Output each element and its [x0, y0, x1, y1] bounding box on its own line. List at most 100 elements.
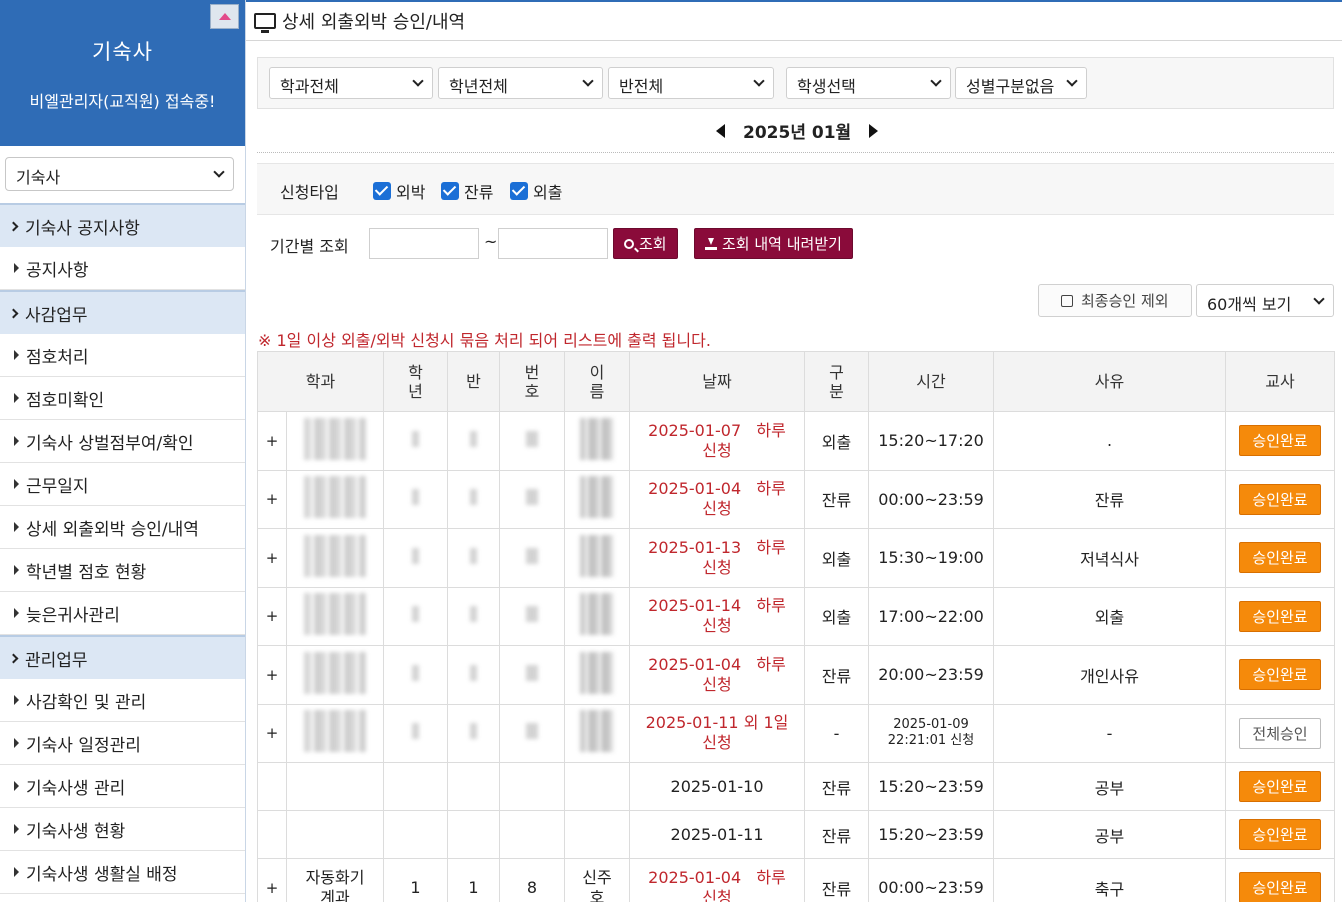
type-checkbox-stay[interactable]: 잔류 — [441, 179, 493, 203]
table-row: + 2025-01-13 하루 신청 외출 15:30~19:00 저녁식사 승인… — [257, 528, 1336, 588]
date-cell: 2025-01-04 하루 신청 — [629, 858, 806, 902]
menu-item-outing-approval[interactable]: 상세 외출외박 승인/내역 — [0, 506, 245, 549]
type-cell: - — [804, 703, 870, 763]
search-button[interactable]: 조회 — [613, 228, 678, 259]
caret-right-icon — [14, 436, 19, 446]
approval-table: 학과 학년 반 번호 이름 날짜 구분 시간 사유 교사 + 2025-01-0… — [256, 351, 1336, 902]
class-select[interactable]: 반전체 — [608, 67, 774, 99]
expand-row-toggle[interactable]: + — [257, 703, 287, 763]
grade-select[interactable]: 학년전체 — [438, 67, 603, 99]
approve-all-button[interactable]: 전체승인 — [1239, 717, 1321, 749]
period-end-input[interactable] — [498, 228, 608, 259]
grade-cell-blurred — [383, 645, 449, 705]
date-line: 신청 — [702, 733, 732, 753]
menu-section-notice[interactable]: 기숙사 공지사항 — [0, 203, 245, 247]
menu-item-student-manage[interactable]: 기숙사생 관리 — [0, 765, 245, 808]
approved-button[interactable]: 승인완료 — [1239, 600, 1321, 632]
menu-item-label: 기숙사생 생활실 배정 — [26, 864, 178, 885]
menu-item-work-log[interactable]: 근무일지 — [0, 463, 245, 506]
menu-item-grade-rollcall[interactable]: 학년별 점호 현황 — [0, 549, 245, 592]
type-checkbox-overnight[interactable]: 외박 — [373, 179, 425, 203]
approved-button[interactable]: 승인완료 — [1239, 771, 1321, 802]
approved-button[interactable]: 승인완료 — [1239, 542, 1321, 574]
menu-item-notice[interactable]: 공지사항 — [0, 247, 245, 290]
date-cell: 2025-01-07 하루 신청 — [629, 411, 806, 471]
menu-item-late-return[interactable]: 늦은귀사관리 — [0, 592, 245, 635]
menu-item-supervisor-manage[interactable]: 사감확인 및 관리 — [0, 679, 245, 722]
redacted-block — [526, 489, 539, 506]
reason-cell: 저녁식사 — [993, 528, 1227, 588]
name-cell-blurred — [564, 528, 631, 588]
expand-row-toggle[interactable]: + — [257, 586, 287, 646]
grade-cell-blurred — [383, 703, 449, 763]
header-line: 름 — [589, 381, 605, 401]
student-select[interactable]: 학생선택 — [786, 67, 951, 99]
per-page-value: 60개씩 보기 — [1207, 295, 1292, 314]
redacted-block — [526, 606, 539, 623]
header-line: 분 — [829, 381, 844, 401]
chevron-down-icon — [582, 75, 594, 87]
dorm-select[interactable]: 기숙사 — [5, 157, 234, 191]
access-status: 비엘관리자(교직원) 접속중! — [29, 92, 216, 111]
header-date: 날짜 — [629, 351, 806, 412]
dept-select[interactable]: 학과전체 — [269, 67, 433, 99]
redacted-block — [304, 534, 366, 577]
type-checkbox-outing[interactable]: 외출 — [510, 179, 562, 203]
header-date-label: 날짜 — [702, 372, 732, 391]
menu-section-management[interactable]: 관리업무 — [0, 635, 245, 679]
menu-item-label: 학년별 점호 현황 — [26, 562, 147, 583]
filter-bar: 학과전체 학년전체 반전체 학생선택 성별구분없음 — [257, 57, 1334, 109]
redacted-block — [526, 723, 539, 740]
name-cell-blurred — [564, 469, 631, 529]
per-page-select[interactable]: 60개씩 보기 — [1196, 284, 1334, 317]
menu-item-label: 기숙사생 현황 — [26, 821, 126, 842]
name-cell: 신주 호 — [564, 858, 631, 902]
dotted-divider — [257, 152, 1334, 153]
download-button[interactable]: 조회 내역 내려받기 — [694, 228, 853, 259]
menu-item-rollcall-unchecked[interactable]: 점호미확인 — [0, 377, 245, 420]
class-cell-blurred — [447, 411, 501, 471]
menu-item-merit-points[interactable]: 기숙사 상벌점부여/확인 — [0, 420, 245, 463]
approved-button[interactable]: 승인완료 — [1239, 425, 1321, 457]
gender-select[interactable]: 성별구분없음 — [955, 67, 1087, 99]
expand-row-toggle[interactable]: + — [257, 469, 287, 529]
dept-line: 자동화기 — [305, 867, 365, 887]
request-date: 2025-01-09 — [893, 717, 969, 733]
menu-item-student-status[interactable]: 기숙사생 현황 — [0, 808, 245, 851]
approved-button[interactable]: 승인완료 — [1239, 872, 1321, 902]
expand-row-toggle[interactable]: + — [257, 411, 287, 471]
menu-section-label: 기숙사 공지사항 — [25, 218, 140, 239]
date-line: 신청 — [702, 499, 732, 519]
approved-button[interactable]: 승인완료 — [1239, 483, 1321, 515]
approved-button[interactable]: 승인완료 — [1239, 659, 1321, 691]
app-title: 기숙사 — [92, 40, 153, 64]
period-start-input[interactable] — [369, 228, 479, 259]
menu-item-room-assign[interactable]: 기숙사생 생활실 배정 — [0, 851, 245, 894]
reason-cell: 축구 — [993, 858, 1227, 902]
header-line: 호 — [524, 381, 540, 401]
name-cell-blurred — [564, 586, 631, 646]
next-month-icon[interactable] — [869, 123, 879, 138]
menu-item-label: 상세 외출외박 승인/내역 — [26, 519, 199, 540]
teacher-cell: 승인완료 — [1225, 810, 1336, 859]
header-line: 번 — [524, 362, 540, 382]
checkbox-checked-icon — [441, 182, 459, 200]
class-cell: 1 — [447, 858, 501, 902]
prev-month-icon[interactable] — [716, 123, 725, 138]
caret-right-icon — [14, 608, 19, 618]
collapse-up-icon[interactable] — [210, 4, 239, 29]
expand-row-toggle[interactable]: + — [257, 858, 287, 902]
redacted-block — [412, 430, 420, 447]
redacted-block — [526, 430, 539, 447]
expand-row-toggle[interactable]: + — [257, 645, 287, 705]
menu-item-rollcall[interactable]: 점호처리 — [0, 334, 245, 377]
exclude-final-toggle[interactable]: 최종승인 제외 — [1038, 284, 1192, 317]
redacted-block — [412, 723, 420, 740]
caret-right-icon — [14, 263, 19, 273]
expand-row-toggle[interactable]: + — [257, 528, 287, 588]
table-header: 학과 학년 반 번호 이름 날짜 구분 시간 사유 교사 — [256, 351, 1336, 412]
approved-button[interactable]: 승인완료 — [1239, 819, 1321, 850]
number-cell-blurred — [499, 528, 566, 588]
menu-item-schedule[interactable]: 기숙사 일정관리 — [0, 722, 245, 765]
menu-section-supervisor[interactable]: 사감업무 — [0, 290, 245, 334]
